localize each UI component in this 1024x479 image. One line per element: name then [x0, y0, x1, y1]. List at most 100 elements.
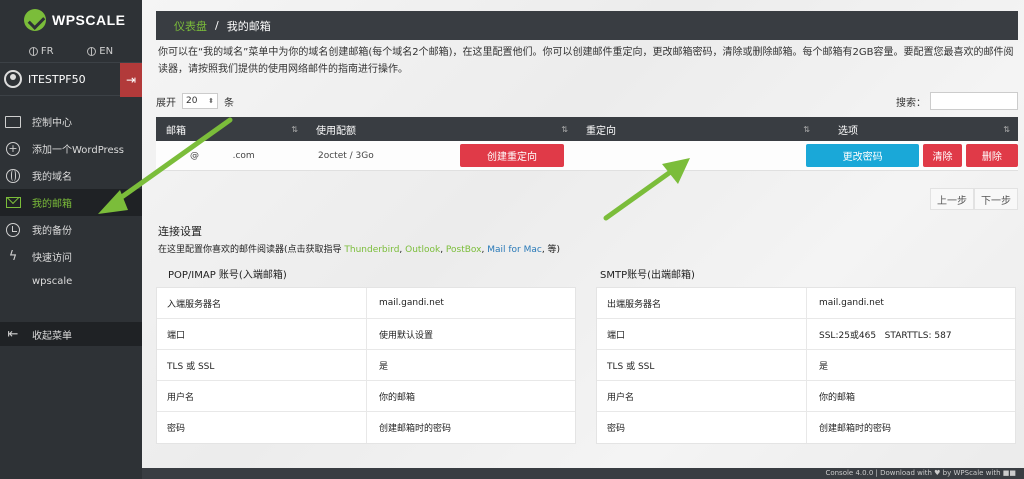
sidebar-item-mailboxes[interactable]: 我的邮箱 — [0, 189, 142, 216]
col-options[interactable]: 选项 ⇅ — [818, 117, 1018, 141]
col-label: 选项 — [838, 125, 858, 137]
pagination: 上一步 下一步 — [930, 188, 1018, 210]
globe-icon — [87, 46, 97, 56]
change-password-button[interactable]: 更改密码 — [806, 144, 920, 167]
setting-value: 使用默认设置 — [379, 330, 434, 341]
table-row: 出端服务器名 mail.gandi.net — [597, 288, 1015, 319]
outgoing-settings-table: 出端服务器名 mail.gandi.net 端口 SSL:25或465 STARTT… — [596, 287, 1016, 444]
arrow-left-icon: ⇤ — [7, 326, 19, 342]
logout-button[interactable]: ⇥ — [120, 63, 142, 97]
table-row: 端口 使用默认设置 — [157, 319, 575, 350]
envelope-icon — [5, 197, 21, 208]
col-quota[interactable]: 使用配额 ⇅ — [306, 117, 576, 141]
page-length-control: 展开 20 ⬍ 条 — [156, 93, 234, 109]
desc-prefix: 在这里配置你喜欢的邮件阅读器(点击获取指导 — [158, 245, 345, 255]
brand-name: WPSCALE — [52, 12, 126, 28]
search-label: 搜索： — [896, 97, 926, 109]
lang-fr-label: FR — [40, 45, 54, 57]
setting-value: mail.gandi.net — [379, 298, 444, 308]
incoming-title: POP/IMAP 账号(入端邮箱) — [168, 270, 287, 281]
next-page-button[interactable]: 下一步 — [974, 188, 1018, 210]
setting-key: TLS 或 SSL — [157, 350, 367, 380]
incoming-settings-table: 入端服务器名 mail.gandi.net 端口 使用默认设置 TLS 或 SSL 是… — [156, 287, 576, 444]
desc-suffix: , 等) — [541, 245, 561, 255]
sidebar-subitem-wpscale[interactable]: wpscale — [0, 270, 142, 292]
setting-key: 端口 — [597, 319, 807, 349]
cell-options: 更改密码 清除 删除 — [806, 141, 1018, 171]
email-at: @ — [190, 150, 199, 161]
globe-icon — [28, 46, 38, 56]
sort-icon: ⇅ — [803, 124, 810, 134]
user-icon — [4, 70, 22, 88]
show-label: 展开 — [156, 97, 176, 109]
mailbox-table: 邮箱 ⇅ 使用配额 ⇅ 重定向 ⇅ 选项 ⇅ @ .com 2octet / 3Go 创… — [156, 117, 1018, 171]
sidebar-item-backups[interactable]: 我的备份 — [0, 216, 142, 243]
user-name: ITESTPF50 — [28, 72, 86, 86]
create-redirect-button[interactable]: 创建重定向 — [460, 144, 564, 167]
connect-settings-desc: 在这里配置你喜欢的邮件阅读器(点击获取指导 Thunderbird, Outlo… — [158, 245, 561, 255]
page-size-select[interactable]: 20 ⬍ — [182, 93, 218, 109]
purge-button[interactable]: 清除 — [923, 144, 962, 167]
col-mailbox[interactable]: 邮箱 ⇅ — [156, 117, 306, 141]
link-outlook[interactable]: Outlook — [405, 245, 440, 255]
brand-logo[interactable]: WPSCALE — [0, 0, 142, 40]
setting-value: 你的邮箱 — [819, 392, 856, 403]
search-input[interactable] — [930, 92, 1018, 110]
table-row: 入端服务器名 mail.gandi.net — [157, 288, 575, 319]
setting-key: TLS 或 SSL — [597, 350, 807, 380]
setting-value: SSL:25或465 STARTTLS: 587 — [819, 330, 952, 341]
sidebar-nav: 控制中心 + 添加一个WordPress 我的域名 我的邮箱 我的备份 ϟ 快速… — [0, 108, 142, 292]
table-row: TLS 或 SSL 是 — [597, 350, 1015, 381]
sidebar-item-add-wordpress[interactable]: + 添加一个WordPress — [0, 135, 142, 162]
prev-page-button[interactable]: 上一步 — [930, 188, 974, 210]
collapse-menu-button[interactable]: ⇤ 收起菜单 — [0, 322, 142, 346]
sort-icon: ⇅ — [561, 124, 568, 134]
breadcrumb-home[interactable]: 仪表盘 — [174, 18, 207, 34]
col-redirect[interactable]: 重定向 ⇅ — [576, 117, 818, 141]
sidebar-item-domains[interactable]: 我的域名 — [0, 162, 142, 189]
sidebar-item-quick-access[interactable]: ϟ 快速访问 — [0, 243, 142, 270]
table-row: 用户名 你的邮箱 — [597, 381, 1015, 412]
select-arrows-icon: ⬍ — [208, 97, 214, 105]
table-row: @ .com 2octet / 3Go 创建重定向 更改密码 清除 删除 — [156, 141, 1018, 171]
collapse-menu-label: 收起菜单 — [32, 330, 72, 342]
cell-redirect: 创建重定向 — [456, 141, 806, 171]
cell-email: @ .com — [156, 141, 306, 171]
bolt-icon: ϟ — [8, 249, 18, 264]
lang-fr[interactable]: FR — [28, 45, 54, 57]
globe-icon — [6, 168, 20, 183]
table-search: 搜索： — [896, 92, 1018, 110]
col-label: 邮箱 — [166, 125, 186, 137]
monitor-icon — [5, 115, 21, 128]
table-row: TLS 或 SSL 是 — [157, 350, 575, 381]
table-header: 邮箱 ⇅ 使用配额 ⇅ 重定向 ⇅ 选项 ⇅ — [156, 117, 1018, 141]
intro-text: 你可以在“我的域名”菜单中为你的域名创建邮箱(每个域名2个邮箱)，在这里配置他们… — [158, 47, 1014, 75]
col-label: 重定向 — [586, 125, 616, 137]
sidebar-item-dashboard[interactable]: 控制中心 — [0, 108, 142, 135]
lang-en[interactable]: EN — [87, 46, 113, 57]
sidebar-item-label: 快速访问 — [32, 253, 72, 264]
setting-key: 出端服务器名 — [597, 288, 807, 318]
setting-key: 用户名 — [157, 381, 367, 411]
sidebar: WPSCALE FR EN ITESTPF50 ⇥ 控制中心 + 添加一个Wor… — [0, 0, 142, 479]
connect-settings-title: 连接设置 — [158, 225, 202, 238]
sidebar-item-label: 我的备份 — [32, 226, 72, 237]
table-row: 端口 SSL:25或465 STARTTLS: 587 — [597, 319, 1015, 350]
setting-key: 密码 — [157, 412, 367, 443]
entries-label: 条 — [224, 97, 234, 109]
delete-button[interactable]: 删除 — [965, 144, 1018, 167]
sidebar-item-label: 我的域名 — [32, 172, 72, 183]
link-mail-for-mac[interactable]: Mail for Mac — [487, 245, 542, 255]
sidebar-item-label: 我的邮箱 — [32, 199, 72, 210]
logout-icon: ⇥ — [125, 73, 137, 87]
sidebar-item-label: 控制中心 — [32, 118, 72, 129]
email-domain: .com — [229, 150, 255, 161]
breadcrumb-current: 我的邮箱 — [226, 19, 271, 33]
link-thunderbird[interactable]: Thunderbird — [344, 245, 399, 255]
link-postbox[interactable]: PostBox — [446, 245, 482, 255]
setting-value: 是 — [819, 361, 829, 372]
outgoing-title: SMTP账号(出端邮箱) — [600, 270, 695, 281]
breadcrumb-separator: / — [215, 19, 219, 32]
setting-value: mail.gandi.net — [819, 298, 884, 308]
page-size-value: 20 — [186, 96, 198, 106]
